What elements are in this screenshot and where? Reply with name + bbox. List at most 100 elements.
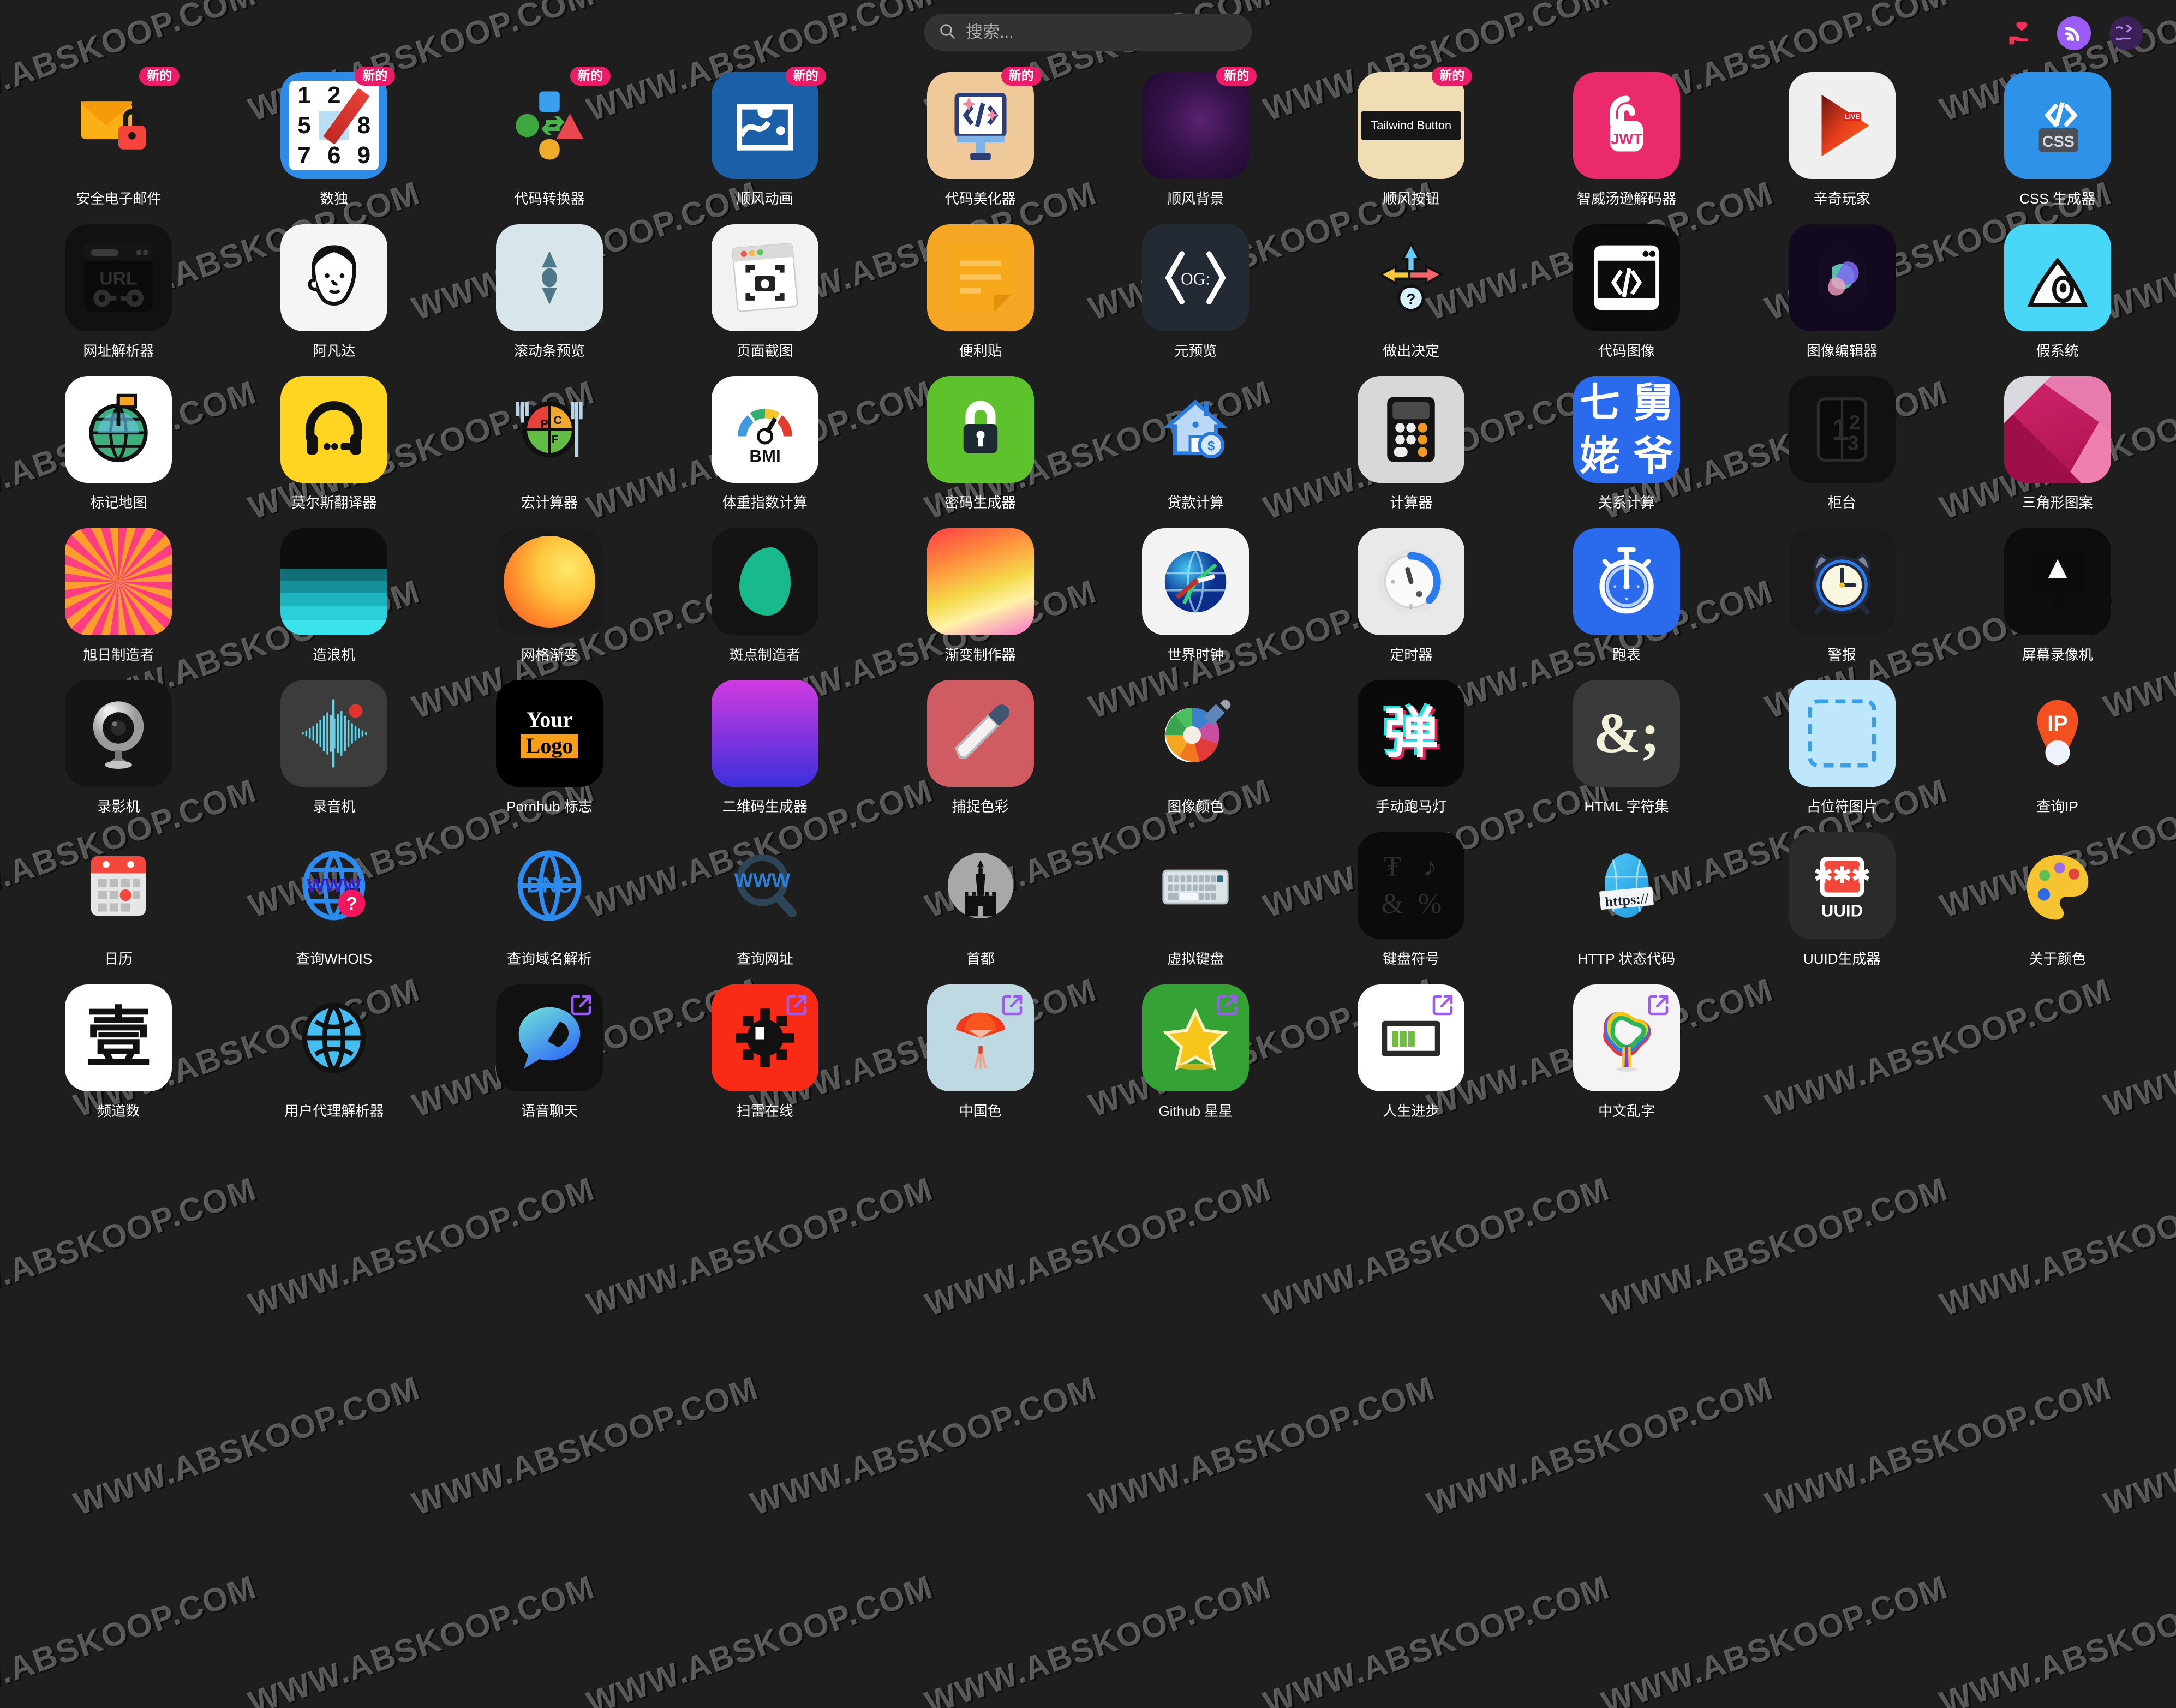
app-tile[interactable]: 人生进步 — [1304, 977, 1519, 1119]
app-tile-label: 虚拟键盘 — [1167, 950, 1224, 967]
svg-text:JWT: JWT — [1611, 130, 1642, 147]
app-tile[interactable]: 网格渐变 — [442, 521, 657, 663]
app-tile[interactable]: 新的 顺风动画 — [657, 64, 872, 207]
alarm-clock-icon — [1788, 528, 1896, 635]
app-tile[interactable]: 新的 顺风背景 — [1088, 64, 1304, 207]
app-tile[interactable]: Github 星星 — [1088, 977, 1304, 1119]
app-tile[interactable]: 中文乱字 — [1519, 977, 1735, 1119]
screen-recorder-icon — [2004, 528, 2111, 635]
app-tile[interactable]: 二维码生成器 — [657, 672, 872, 815]
app-tile[interactable]: 代码图像 — [1519, 217, 1735, 359]
watermark-text: WWW.ABSKOOP.COM — [746, 1369, 1102, 1522]
svg-text:IP: IP — [2047, 712, 2068, 736]
app-tile-label: 查询网址 — [736, 950, 793, 967]
mesh-gradient-icon — [495, 528, 603, 635]
svg-text:?: ? — [346, 893, 357, 914]
topbar-actions — [2005, 16, 2143, 50]
app-tile-label: 录音机 — [313, 798, 356, 815]
app-tile[interactable]: DNS 查询域名解析 — [442, 825, 657, 967]
app-tile[interactable]: 计算器 — [1304, 368, 1519, 511]
app-tile[interactable]: 页面截图 — [657, 217, 872, 359]
image-editor-icon — [1788, 224, 1896, 331]
app-tile[interactable]: 中国色 — [872, 977, 1088, 1119]
app-tile[interactable]: 语音聊天 — [442, 977, 657, 1119]
app-tile-label: 代码美化器 — [944, 190, 1016, 207]
page-screenshot-icon — [711, 224, 818, 331]
app-tile[interactable]: Your Logo Pornhub 标志 — [442, 672, 657, 815]
app-tile[interactable]: 世界时钟 — [1088, 521, 1304, 663]
app-tile[interactable]: P C F 宏计算器 — [442, 368, 657, 511]
watermark-text: WWW.ABSKOOP.COM — [0, 1568, 261, 1708]
app-tile[interactable]: IP 查询IP — [1950, 672, 2165, 815]
stopwatch-icon — [1573, 528, 1680, 635]
search-input[interactable] — [966, 22, 1238, 42]
app-tile[interactable]: 新的 代码转换器 — [442, 64, 657, 207]
svg-text:DNS: DNS — [527, 873, 572, 897]
app-tile[interactable]: 1 2 3 柜台 — [1734, 368, 1950, 511]
app-tile[interactable]: BMI 体重指数计算 — [657, 368, 872, 511]
app-tile[interactable]: 新的 安全电子邮件 — [11, 64, 226, 207]
triangle-pattern-icon — [2004, 376, 2111, 483]
app-tile[interactable]: ✱✱✱ UUID UUID生成器 — [1734, 825, 1950, 967]
app-tile[interactable]: https:// HTTP 状态代码 — [1519, 825, 1735, 967]
app-tile[interactable]: 扫雷在线 — [657, 977, 872, 1119]
app-tile[interactable]: OG: 元预览 — [1088, 217, 1304, 359]
app-tile[interactable]: 首都 — [872, 825, 1088, 967]
app-tile[interactable]: 壹频道数 — [11, 977, 226, 1119]
app-tile[interactable]: 密码生成器 — [872, 368, 1088, 511]
app-tile[interactable]: 三角形图案 — [1950, 368, 2165, 511]
url-parser-icon: URL — [65, 224, 172, 331]
scrollbar-preview-icon — [495, 224, 603, 331]
app-tile-label: 警报 — [1827, 646, 1856, 663]
app-tile[interactable]: 警报 — [1734, 521, 1950, 663]
app-tile[interactable]: 图像编辑器 — [1734, 217, 1950, 359]
search-bar[interactable] — [924, 14, 1252, 51]
app-tile[interactable]: $ 贷款计算 — [1088, 368, 1304, 511]
app-tile[interactable]: 关于颜色 — [1950, 825, 2165, 967]
app-tile[interactable]: 造浪机 — [226, 521, 442, 663]
app-tile[interactable]: 图像颜色 — [1088, 672, 1304, 815]
app-tile[interactable]: 七舅姥爷关系计算 — [1519, 368, 1735, 511]
app-tile[interactable]: 滚动条预览 — [442, 217, 657, 359]
donate-heart-hand-icon[interactable] — [2005, 16, 2038, 50]
keyboard-symbols-icon: ₮ ♪ &% — [1358, 832, 1465, 939]
app-tile[interactable]: WWW? 查询WHOIS — [226, 825, 442, 967]
app-tile[interactable]: 定时器 — [1304, 521, 1519, 663]
app-tile[interactable]: 阿凡达 — [226, 217, 442, 359]
app-tile[interactable]: 弹手动跑马灯 — [1304, 672, 1519, 815]
wave-maker-icon — [280, 528, 388, 635]
app-tile[interactable]: 虚拟键盘 — [1088, 825, 1304, 967]
app-tile[interactable]: 斑点制造者 — [657, 521, 872, 663]
app-tile[interactable]: 1 2 5 8 7 6 9 新的 数独 — [226, 64, 442, 207]
app-tile[interactable]: 渐变制作器 — [872, 521, 1088, 663]
app-tile[interactable]: CSS CSS 生成器 — [1950, 64, 2165, 207]
app-tile[interactable]: 新的 代码美化器 — [872, 64, 1088, 207]
app-tile[interactable]: 占位符图片 — [1734, 672, 1950, 815]
app-tile[interactable]: ? 做出决定 — [1304, 217, 1519, 359]
app-tile[interactable]: URL 网址解析器 — [11, 217, 226, 359]
app-tile[interactable]: 标记地图 — [11, 368, 226, 511]
app-tile[interactable]: JWT 智威汤逊解码器 — [1519, 64, 1735, 207]
app-tile[interactable]: &; HTML 字符集 — [1519, 672, 1735, 815]
app-tile[interactable]: 旭日制造者 — [11, 521, 226, 663]
app-tile[interactable]: 假系统 — [1950, 217, 2165, 359]
dns-lookup-icon: DNS — [496, 832, 603, 939]
app-tile[interactable]: 日历 — [11, 825, 226, 967]
app-tile[interactable]: 捕捉色彩 — [872, 672, 1088, 815]
app-tile[interactable]: WWW 查询网址 — [657, 825, 872, 967]
app-tile[interactable]: 莫尔斯翻译器 — [226, 368, 442, 511]
redo-arrow-icon[interactable] — [2109, 16, 2143, 50]
app-tile-label: 元预览 — [1174, 342, 1217, 359]
app-tile[interactable]: 录影机 — [11, 672, 226, 815]
app-tile[interactable]: 用户代理解析器 — [226, 977, 442, 1119]
app-tile-label: 安全电子邮件 — [76, 190, 162, 207]
app-tile[interactable]: ₮ ♪ &% 键盘符号 — [1304, 825, 1519, 967]
app-tile[interactable]: 录音机 — [226, 672, 442, 815]
app-tile[interactable]: 便利贴 — [872, 217, 1088, 359]
app-tile[interactable]: 跑表 — [1519, 521, 1735, 663]
app-tile[interactable]: LIVE 辛奇玩家 — [1734, 64, 1950, 207]
app-tile[interactable]: 屏幕录像机 — [1950, 521, 2165, 663]
app-tile[interactable]: Tailwind Button 新的 顺风按钮 — [1304, 64, 1519, 207]
avatar-icon — [280, 224, 388, 331]
rss-feed-icon[interactable] — [2057, 16, 2091, 50]
